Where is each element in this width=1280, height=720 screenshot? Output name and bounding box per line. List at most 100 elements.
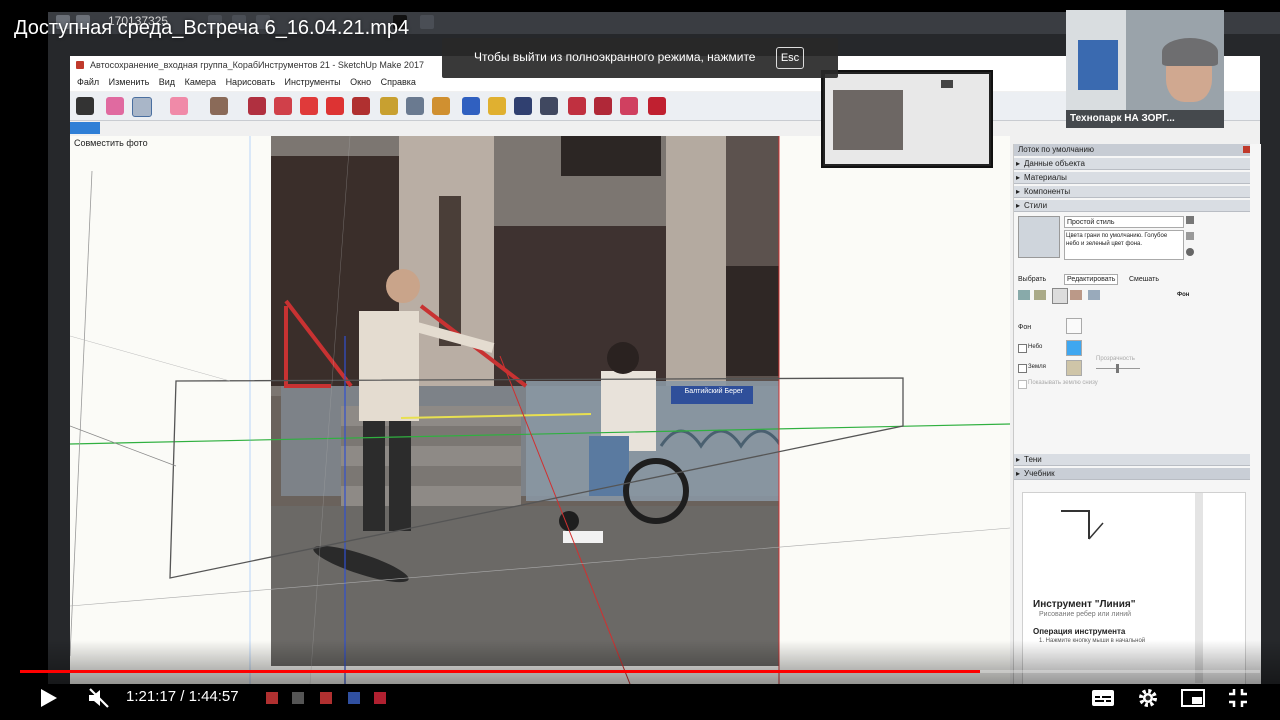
sky-label: Небо: [1028, 344, 1043, 350]
modeling-settings-icon[interactable]: [1088, 290, 1100, 300]
scene-tab[interactable]: [70, 122, 100, 134]
menu-draw[interactable]: Нарисовать: [226, 74, 275, 91]
tab-select[interactable]: Выбрать: [1018, 276, 1046, 283]
transparency-slider-thumb[interactable]: [1116, 364, 1119, 373]
background-settings-icon[interactable]: [1052, 288, 1068, 304]
panel-instructor[interactable]: Учебник: [1014, 468, 1250, 480]
fullscreen-notice-text: Чтобы выйти из полноэкранного режима, на…: [474, 50, 756, 64]
sky-color-swatch[interactable]: [1066, 340, 1082, 356]
shape-tool-icon[interactable]: [210, 97, 228, 115]
menu-help[interactable]: Справка: [381, 74, 416, 91]
extension-icon[interactable]: [620, 97, 638, 115]
style-thumbnail[interactable]: [1018, 216, 1060, 258]
warehouse-icon[interactable]: [568, 97, 586, 115]
background-label: Фон: [1018, 324, 1032, 331]
preview-window: [821, 70, 993, 168]
push-pull-tool-icon[interactable]: [248, 97, 266, 115]
webcam-feed: Технопарк НА ЗОРГ...: [1066, 10, 1224, 128]
style-update-icon[interactable]: [1186, 216, 1194, 224]
panel-entity-info[interactable]: Данные объекта: [1014, 158, 1250, 170]
line-tool-illustration: [1061, 510, 1104, 540]
tab-edit[interactable]: Редактировать: [1064, 274, 1119, 285]
transparency-label: Прозрачность: [1096, 356, 1135, 362]
ground-checkbox[interactable]: [1018, 364, 1027, 373]
menu-tools[interactable]: Инструменты: [285, 74, 341, 91]
tape-tool-icon[interactable]: [380, 97, 398, 115]
taskbar-app-icon: [320, 692, 332, 704]
instructor-operation: Операция инструмента: [1033, 627, 1126, 636]
arc-tool-icon[interactable]: [170, 97, 188, 115]
webcam-participant-label: Технопарк НА ЗОРГ...: [1066, 110, 1224, 128]
panel-components[interactable]: Компоненты: [1014, 186, 1250, 198]
show-ground-below-checkbox[interactable]: [1018, 380, 1027, 389]
taskbar-app-icon: [348, 692, 360, 704]
video-title[interactable]: Доступная среда_Встреча 6_16.04.21.mp4: [14, 17, 409, 40]
scale-tool-icon[interactable]: [352, 97, 370, 115]
tray-close-icon[interactable]: [1243, 146, 1250, 153]
fullscreen-notice: Чтобы выйти из полноэкранного режима, на…: [442, 38, 838, 78]
edge-settings-icon[interactable]: [1018, 290, 1030, 300]
show-ground-below-label: Показывать землю снизу: [1028, 380, 1098, 386]
zoom-extents-tool-icon[interactable]: [540, 97, 558, 115]
time-current: 1:21:17: [126, 688, 177, 705]
menu-window[interactable]: Окно: [350, 74, 371, 91]
zoom-tool-icon[interactable]: [514, 97, 532, 115]
rotate-tool-icon[interactable]: [326, 97, 344, 115]
taskbar-app-icon: [374, 692, 386, 704]
mute-button[interactable]: [86, 686, 112, 710]
instructor-subtitle: Рисование ребер или линий: [1039, 611, 1132, 618]
sketchup-viewport[interactable]: Совместить фото Балтийский Берег: [70, 136, 1010, 684]
red-axis: [499, 355, 631, 684]
miniplayer-button[interactable]: [1180, 686, 1206, 710]
menu-edit[interactable]: Изменить: [109, 74, 150, 91]
sky-checkbox[interactable]: [1018, 344, 1027, 353]
tray-header: Лоток по умолчанию: [1014, 144, 1250, 156]
time-separator: /: [176, 688, 189, 705]
model-geometry: [70, 136, 1010, 684]
play-button[interactable]: [36, 686, 60, 710]
follow-me-tool-icon[interactable]: [274, 97, 292, 115]
menu-camera[interactable]: Камера: [185, 74, 216, 91]
face-settings-icon[interactable]: [1034, 290, 1046, 300]
eraser-tool-icon[interactable]: [106, 97, 124, 115]
play-icon: [41, 689, 57, 707]
share-model-icon[interactable]: [594, 97, 612, 115]
sketchup-logo-icon: [76, 61, 84, 69]
text-tool-icon[interactable]: [406, 97, 424, 115]
taskbar-app-icon: [266, 692, 278, 704]
panel-styles[interactable]: Стили: [1014, 200, 1250, 212]
tab-mix[interactable]: Смешать: [1129, 276, 1159, 283]
preview-close-icon[interactable]: [941, 80, 953, 88]
ground-color-swatch[interactable]: [1066, 360, 1082, 376]
exit-fullscreen-button[interactable]: [1226, 686, 1250, 710]
time-display: 1:21:17 / 1:44:57: [126, 688, 239, 705]
menu-file[interactable]: Файл: [77, 74, 99, 91]
pan-tool-icon[interactable]: [488, 97, 506, 115]
panel-materials[interactable]: Материалы: [1014, 172, 1250, 184]
green-axis: [70, 423, 1010, 445]
subtitles-button[interactable]: [1090, 686, 1116, 710]
preview-photo: [833, 90, 903, 150]
background-color-swatch[interactable]: [1066, 318, 1082, 334]
style-name-field[interactable]: Простой стиль: [1064, 216, 1184, 228]
doc-icon: [420, 15, 434, 29]
paint-tool-icon[interactable]: [432, 97, 450, 115]
default-tray: Лоток по умолчанию Данные объекта Матери…: [1013, 144, 1261, 684]
style-description[interactable]: Цвета грани по умолчанию. Голубое небо и…: [1064, 230, 1184, 260]
orbit-tool-icon[interactable]: [462, 97, 480, 115]
controls-gradient: [0, 640, 1280, 720]
menu-view[interactable]: Вид: [159, 74, 175, 91]
exit-fullscreen-icon: [1229, 689, 1247, 707]
settings-button[interactable]: [1136, 686, 1160, 710]
watermark-settings-icon[interactable]: [1070, 290, 1082, 300]
esc-key-badge: Esc: [776, 47, 804, 69]
ground-label: Земля: [1028, 364, 1046, 370]
style-refresh-icon[interactable]: [1186, 248, 1194, 256]
progress-bar[interactable]: [20, 670, 1260, 673]
style-paint-icon[interactable]: [1186, 232, 1194, 240]
select-tool-icon[interactable]: [76, 97, 94, 115]
move-tool-icon[interactable]: [300, 97, 318, 115]
panel-shadows[interactable]: Тени: [1014, 454, 1250, 466]
line-tool-icon[interactable]: [132, 97, 152, 117]
ruby-icon[interactable]: [648, 97, 666, 115]
